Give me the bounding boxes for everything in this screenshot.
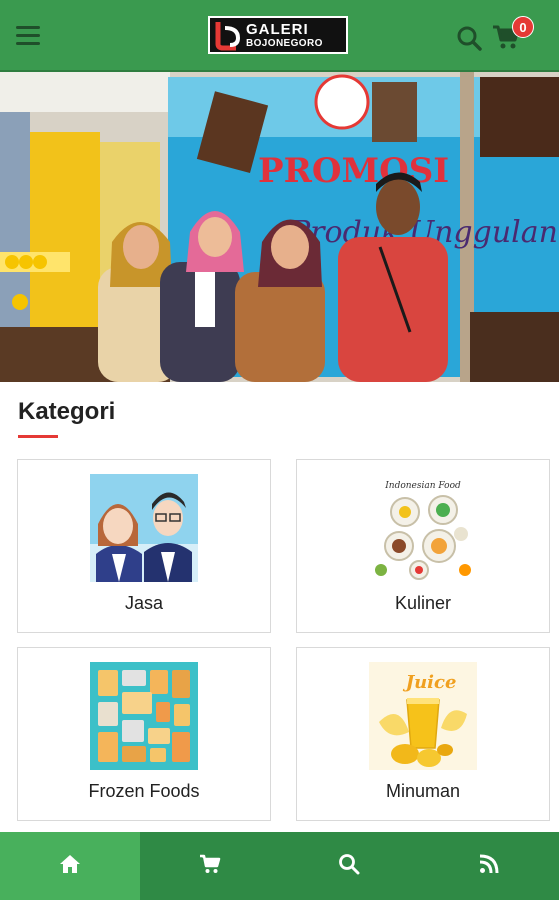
search-icon xyxy=(338,853,360,880)
svg-text:Juice: Juice xyxy=(403,672,457,693)
category-label: Jasa xyxy=(124,593,164,613)
search-icon[interactable] xyxy=(456,25,482,51)
people-icon xyxy=(90,474,198,582)
banner-photo: PROMOSI Produk Unggulan xyxy=(0,72,559,382)
logo-mark-icon xyxy=(210,18,246,52)
category-label: Frozen Foods xyxy=(88,781,200,801)
hamburger-menu-icon[interactable] xyxy=(16,26,40,46)
category-label: Minuman xyxy=(385,781,461,801)
bottom-navigation xyxy=(0,832,559,900)
app-logo[interactable]: GALERI BOJONEGORO xyxy=(208,16,348,54)
category-card-minuman[interactable]: Juice Minuman xyxy=(296,647,550,821)
nav-home[interactable] xyxy=(0,832,140,900)
svg-text:Indonesian Food: Indonesian Food xyxy=(384,481,461,491)
cart-count-badge[interactable]: 0 xyxy=(512,16,534,38)
nav-cart[interactable] xyxy=(140,832,280,900)
home-icon xyxy=(59,854,81,879)
promo-banner[interactable]: PROMOSI Produk Unggulan xyxy=(0,72,559,382)
cart-icon xyxy=(199,854,221,879)
rss-icon xyxy=(479,854,499,879)
section-title: Kategori xyxy=(18,398,116,425)
nav-search[interactable] xyxy=(280,832,420,900)
category-label: Kuliner xyxy=(394,593,452,613)
category-card-jasa[interactable]: Jasa xyxy=(17,459,271,633)
logo-subtitle: BOJONEGORO xyxy=(246,37,323,49)
title-underline xyxy=(18,435,58,438)
juice-icon: Juice xyxy=(369,662,477,770)
logo-title: GALERI xyxy=(246,20,309,38)
category-card-frozen-foods[interactable]: Frozen Foods xyxy=(17,647,271,821)
nav-rss[interactable] xyxy=(419,832,559,900)
category-card-kuliner[interactable]: Indonesian Food Kuliner xyxy=(296,459,550,633)
top-app-bar: GALERI BOJONEGORO 0 xyxy=(0,0,559,72)
food-icon: Indonesian Food xyxy=(369,474,477,582)
frozen-food-icon xyxy=(90,662,198,770)
